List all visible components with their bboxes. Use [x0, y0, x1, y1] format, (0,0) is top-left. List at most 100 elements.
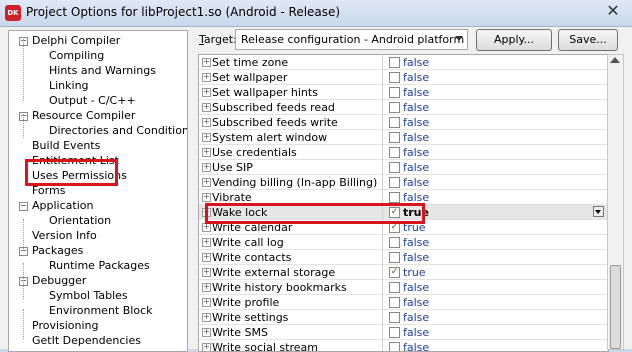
- permission-checkbox[interactable]: [389, 282, 400, 293]
- permission-row[interactable]: + Write contacts false: [199, 250, 608, 265]
- title-bar: DK Project Options for libProject1.so (A…: [0, 0, 632, 27]
- collapse-icon[interactable]: −: [19, 201, 28, 211]
- permission-value: false: [403, 56, 430, 69]
- expand-icon[interactable]: +: [202, 268, 211, 277]
- permission-row[interactable]: + Use credentials false: [199, 145, 608, 160]
- expand-icon[interactable]: +: [202, 73, 211, 82]
- save-button[interactable]: Save...: [558, 29, 618, 51]
- tree-item[interactable]: Symbol Tables: [49, 288, 128, 303]
- permission-checkbox[interactable]: [389, 117, 400, 128]
- tree-item-label: Output - C/C++: [49, 94, 136, 107]
- permission-checkbox[interactable]: [389, 102, 400, 113]
- tree-item[interactable]: Hints and Warnings: [49, 63, 156, 78]
- permission-checkbox[interactable]: [389, 327, 400, 338]
- permission-checkbox[interactable]: [389, 72, 400, 83]
- permission-checkbox[interactable]: ✓: [389, 267, 400, 278]
- expand-icon[interactable]: +: [202, 178, 211, 187]
- expand-icon[interactable]: +: [202, 238, 211, 247]
- expand-icon[interactable]: +: [202, 328, 211, 337]
- permission-row[interactable]: + Subscribed feeds write false: [199, 115, 608, 130]
- tree-item[interactable]: Version Info: [19, 228, 97, 243]
- permission-row[interactable]: + System alert window false: [199, 130, 608, 145]
- permission-checkbox[interactable]: [389, 147, 400, 158]
- permission-row[interactable]: + Set wallpaper hints false: [199, 85, 608, 100]
- permission-checkbox[interactable]: [389, 237, 400, 248]
- tree-item[interactable]: Environment Block: [49, 303, 153, 318]
- column-divider: [382, 265, 383, 280]
- expand-icon[interactable]: +: [202, 298, 211, 307]
- tree-item[interactable]: Directories and Conditionals: [49, 123, 188, 138]
- tree-item-label: Compiling: [49, 49, 105, 62]
- tree-item[interactable]: − Delphi Compiler: [19, 33, 120, 48]
- apply-button[interactable]: Apply...: [476, 29, 552, 51]
- tree-item-label: Directories and Conditionals: [49, 124, 188, 137]
- close-icon[interactable]: ✕: [602, 2, 624, 20]
- tree-item[interactable]: Compiling: [49, 48, 104, 63]
- scroll-up-icon[interactable]: [610, 57, 620, 63]
- permission-row[interactable]: + Set wallpaper false: [199, 70, 608, 85]
- expand-icon[interactable]: +: [202, 313, 211, 322]
- permission-row[interactable]: + Write social stream false: [199, 340, 608, 351]
- tree-item[interactable]: − Debugger: [19, 273, 86, 288]
- tree-item[interactable]: − Application: [19, 198, 93, 213]
- scroll-thumb[interactable]: [610, 265, 621, 349]
- permission-row[interactable]: + Subscribed feeds read false: [199, 100, 608, 115]
- expand-icon[interactable]: +: [202, 118, 211, 127]
- permission-row[interactable]: + Set time zone false: [199, 55, 608, 70]
- tree-item[interactable]: Output - C/C++: [49, 93, 136, 108]
- permission-row[interactable]: + Write call log false: [199, 235, 608, 250]
- permission-row[interactable]: + Write SMS false: [199, 325, 608, 340]
- permission-checkbox[interactable]: [389, 297, 400, 308]
- column-divider: [382, 130, 383, 145]
- permission-row[interactable]: + Write history bookmarks false: [199, 280, 608, 295]
- permission-value: false: [403, 251, 430, 264]
- permissions-scrollbar[interactable]: [607, 54, 624, 350]
- permission-row[interactable]: + Write settings false: [199, 310, 608, 325]
- expand-icon[interactable]: +: [202, 148, 211, 157]
- expand-icon[interactable]: +: [202, 283, 211, 292]
- expand-icon[interactable]: +: [202, 343, 211, 351]
- permission-checkbox[interactable]: [389, 177, 400, 188]
- expand-icon[interactable]: +: [202, 133, 211, 142]
- permission-checkbox[interactable]: [389, 342, 400, 351]
- permission-value: false: [403, 311, 430, 324]
- permission-name: Write settings: [212, 311, 289, 324]
- tree-item[interactable]: Provisioning: [19, 318, 99, 333]
- value-dropdown-button[interactable]: [593, 206, 604, 217]
- expand-icon[interactable]: +: [202, 193, 211, 202]
- permission-checkbox[interactable]: [389, 162, 400, 173]
- column-divider: [382, 160, 383, 175]
- permission-name: Use credentials: [212, 146, 297, 159]
- tree-item[interactable]: Orientation: [49, 213, 111, 228]
- tree-item-label: Debugger: [32, 274, 87, 287]
- permission-checkbox[interactable]: [389, 87, 400, 98]
- permission-checkbox[interactable]: [389, 57, 400, 68]
- tree-item-label: Delphi Compiler: [32, 34, 121, 47]
- permission-row[interactable]: + Write external storage ✓ true: [199, 265, 608, 280]
- options-tree[interactable]: − Delphi Compiler Compiling Hints and Warni…: [8, 30, 188, 352]
- tree-item[interactable]: Runtime Packages: [49, 258, 150, 273]
- permission-checkbox[interactable]: [389, 312, 400, 323]
- expand-icon[interactable]: +: [202, 58, 211, 67]
- column-divider: [382, 70, 383, 85]
- permission-checkbox[interactable]: [389, 192, 400, 203]
- column-divider: [382, 280, 383, 295]
- permission-row[interactable]: + Vending billing (In-app Billing) false: [199, 175, 608, 190]
- expand-icon[interactable]: +: [202, 88, 211, 97]
- tree-item[interactable]: Linking: [49, 78, 89, 93]
- tree-item-label: Packages: [32, 244, 84, 257]
- expand-icon[interactable]: +: [202, 223, 211, 232]
- expand-icon[interactable]: +: [202, 253, 211, 262]
- target-dropdown[interactable]: Release configuration - Android platform: [235, 29, 468, 50]
- tree-item[interactable]: − Resource Compiler: [19, 108, 135, 123]
- expand-icon[interactable]: +: [202, 103, 211, 112]
- tree-item[interactable]: Build Events: [19, 138, 100, 153]
- permission-checkbox[interactable]: [389, 252, 400, 263]
- tree-item[interactable]: − Packages: [19, 243, 83, 258]
- expand-icon[interactable]: +: [202, 163, 211, 172]
- tree-item[interactable]: GetIt Dependencies: [19, 333, 141, 348]
- permission-value: false: [403, 86, 430, 99]
- permission-checkbox[interactable]: [389, 132, 400, 143]
- permission-row[interactable]: + Use SIP false: [199, 160, 608, 175]
- permission-row[interactable]: + Write profile false: [199, 295, 608, 310]
